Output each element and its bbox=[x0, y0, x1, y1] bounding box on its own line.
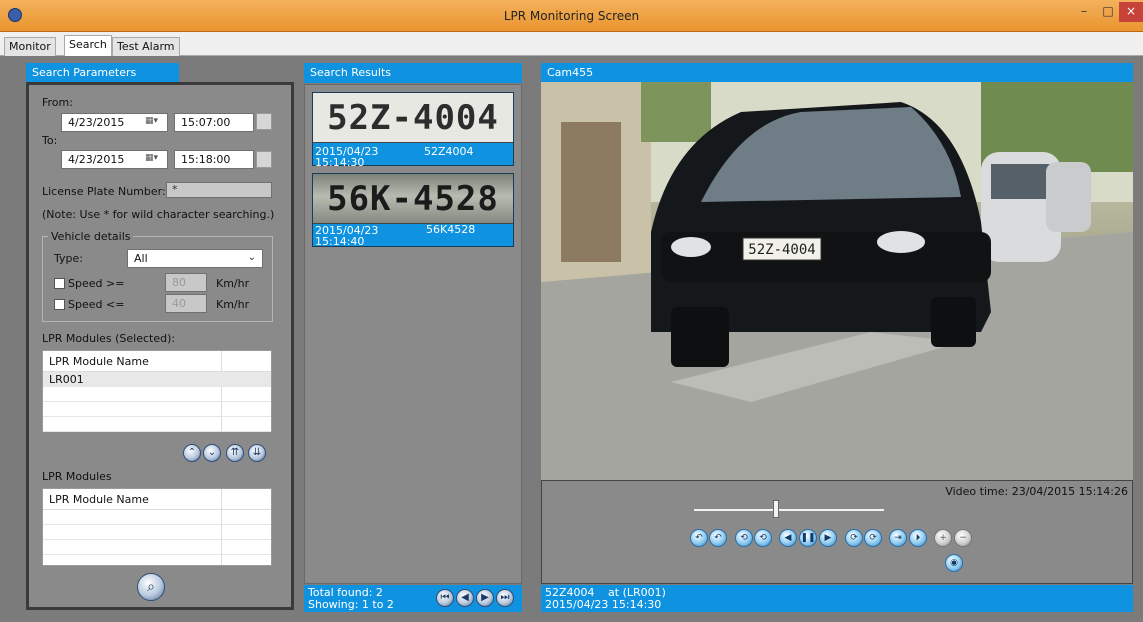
vehicle-type-select[interactable]: All ⌄ bbox=[127, 249, 263, 268]
type-label: Type: bbox=[54, 252, 83, 265]
calendar-dropdown-icon[interactable]: ▦▾ bbox=[145, 153, 163, 166]
from-time-spinner[interactable] bbox=[256, 113, 272, 130]
footer-datetime: 2015/04/23 15:14:30 bbox=[545, 598, 662, 611]
previous-page-icon[interactable]: ◀ bbox=[456, 589, 474, 607]
result-info: 2015/04/23 52Z4004 15:14:30 bbox=[313, 143, 513, 171]
camera-header: Cam455 bbox=[541, 63, 1133, 83]
search-results-header: Search Results bbox=[304, 63, 522, 83]
play-reverse-icon[interactable]: ◀ bbox=[779, 529, 797, 547]
rewind-alt-icon[interactable]: ⟲ bbox=[754, 529, 772, 547]
modules-label: LPR Modules bbox=[42, 470, 112, 483]
table-row[interactable]: LR001 bbox=[43, 372, 271, 387]
result-plate: 56K4528 bbox=[426, 223, 476, 236]
zoom-out-icon[interactable]: − bbox=[954, 529, 972, 547]
tab-strip: Monitor Search Test Alarm bbox=[0, 32, 1143, 56]
plate-thumbnail: 56K-4528 bbox=[313, 174, 513, 224]
result-time: 15:14:30 bbox=[315, 156, 365, 169]
step-back-icon[interactable]: ↶ bbox=[690, 529, 708, 547]
from-time-field[interactable]: 15:07:00 bbox=[174, 113, 254, 132]
table-row bbox=[43, 540, 271, 555]
selected-modules-grid: LPR Module Name LR001 bbox=[42, 350, 272, 432]
pause-icon[interactable]: ❚❚ bbox=[799, 529, 817, 547]
speed-min-label: Speed >= bbox=[68, 277, 125, 290]
tab-monitor[interactable]: Monitor bbox=[4, 37, 56, 56]
video-controls-panel: Video time: 23/04/2015 15:14:26 ↶ ↶ ⟲ ⟲ … bbox=[541, 480, 1133, 584]
result-card[interactable]: 56K-4528 2015/04/23 56K4528 15:14:40 bbox=[312, 173, 514, 247]
fast-forward-alt-icon[interactable]: ⟳ bbox=[864, 529, 882, 547]
plate-thumbnail: 52Z-4004 bbox=[313, 93, 513, 143]
vehicle-details-label: Vehicle details bbox=[48, 230, 134, 243]
to-time-spinner[interactable] bbox=[256, 151, 272, 168]
speed-max-checkbox[interactable] bbox=[54, 299, 65, 310]
speed-min-unit: Km/hr bbox=[216, 277, 250, 290]
from-date-field[interactable]: 4/23/2015 ▦▾ bbox=[61, 113, 168, 132]
plate-label: License Plate Number: bbox=[42, 185, 166, 198]
table-row bbox=[43, 402, 271, 417]
speed-max-input[interactable]: 40 bbox=[165, 294, 207, 313]
table-row bbox=[43, 510, 271, 525]
available-modules-grid-header[interactable]: LPR Module Name bbox=[43, 489, 271, 510]
maximize-button[interactable]: □ bbox=[1097, 2, 1119, 22]
wildcard-note: (Note: Use * for wild character searchin… bbox=[42, 208, 275, 221]
title-bar: LPR Monitoring Screen – □ × bbox=[0, 0, 1143, 32]
table-row bbox=[43, 387, 271, 402]
result-info: 2015/04/23 56K4528 15:14:40 bbox=[313, 224, 513, 252]
rewind-icon[interactable]: ⟲ bbox=[735, 529, 753, 547]
play-icon[interactable]: ▶ bbox=[819, 529, 837, 547]
speed-min-input[interactable]: 80 bbox=[165, 273, 207, 292]
last-page-icon[interactable]: ⏭ bbox=[496, 589, 514, 607]
window-title: LPR Monitoring Screen bbox=[503, 9, 640, 23]
selected-modules-label: LPR Modules (Selected): bbox=[42, 332, 176, 345]
search-icon[interactable]: ⌕ bbox=[137, 573, 165, 601]
plate-number-input[interactable]: * bbox=[166, 182, 272, 198]
result-time: 15:14:40 bbox=[315, 235, 365, 248]
video-time: Video time: 23/04/2015 15:14:26 bbox=[945, 485, 1128, 498]
playback-slider-track[interactable] bbox=[694, 509, 884, 511]
calendar-dropdown-icon[interactable]: ▦▾ bbox=[145, 116, 163, 129]
fast-forward-icon[interactable]: ⟳ bbox=[845, 529, 863, 547]
move-all-down-icon[interactable]: ⇊ bbox=[248, 444, 266, 462]
step-forward-icon[interactable]: ⇥ bbox=[889, 529, 907, 547]
in-frame-plate-text: 52Z-4004 bbox=[748, 242, 815, 258]
next-page-icon[interactable]: ▶ bbox=[476, 589, 494, 607]
first-page-icon[interactable]: ⏮ bbox=[436, 589, 454, 607]
result-plate: 52Z4004 bbox=[424, 145, 474, 158]
from-date-value: 4/23/2015 bbox=[68, 116, 125, 129]
move-down-icon[interactable]: ⌄ bbox=[203, 444, 221, 462]
chevron-down-icon: ⌄ bbox=[247, 252, 256, 263]
snapshot-icon[interactable]: ◉ bbox=[945, 554, 963, 572]
camera-footer: 52Z4004 at (LR001) 2015/04/23 15:14:30 bbox=[541, 585, 1133, 612]
move-up-icon[interactable]: ⌃ bbox=[183, 444, 201, 462]
playback-slider-thumb[interactable] bbox=[772, 500, 779, 518]
table-row bbox=[43, 525, 271, 540]
video-frame[interactable]: 52Z-4004 bbox=[541, 82, 1133, 480]
speed-min-checkbox[interactable] bbox=[54, 278, 65, 289]
search-parameters-header: Search Parameters bbox=[26, 63, 179, 83]
tab-search[interactable]: Search bbox=[64, 35, 112, 56]
minimize-button[interactable]: – bbox=[1073, 2, 1095, 22]
zoom-in-icon[interactable]: + bbox=[934, 529, 952, 547]
table-row bbox=[43, 417, 271, 432]
speed-max-unit: Km/hr bbox=[216, 298, 250, 311]
available-modules-grid: LPR Module Name bbox=[42, 488, 272, 566]
to-label: To: bbox=[42, 134, 58, 147]
close-button[interactable]: × bbox=[1119, 2, 1143, 22]
selected-modules-grid-header[interactable]: LPR Module Name bbox=[43, 351, 271, 372]
to-date-field[interactable]: 4/23/2015 ▦▾ bbox=[61, 150, 168, 169]
tab-test-alarm[interactable]: Test Alarm bbox=[112, 37, 180, 56]
to-time-field[interactable]: 15:18:00 bbox=[174, 150, 254, 169]
from-label: From: bbox=[42, 96, 73, 109]
move-all-up-icon[interactable]: ⇈ bbox=[226, 444, 244, 462]
vehicle-type-value: All bbox=[134, 252, 148, 265]
result-card[interactable]: 52Z-4004 2015/04/23 52Z4004 15:14:30 bbox=[312, 92, 514, 168]
step-back-alt-icon[interactable]: ↶ bbox=[709, 529, 727, 547]
to-date-value: 4/23/2015 bbox=[68, 153, 125, 166]
speed-max-label: Speed <= bbox=[68, 298, 125, 311]
next-frame-icon[interactable]: ⏵ bbox=[909, 529, 927, 547]
street-scene-image: 52Z-4004 bbox=[541, 82, 1133, 480]
